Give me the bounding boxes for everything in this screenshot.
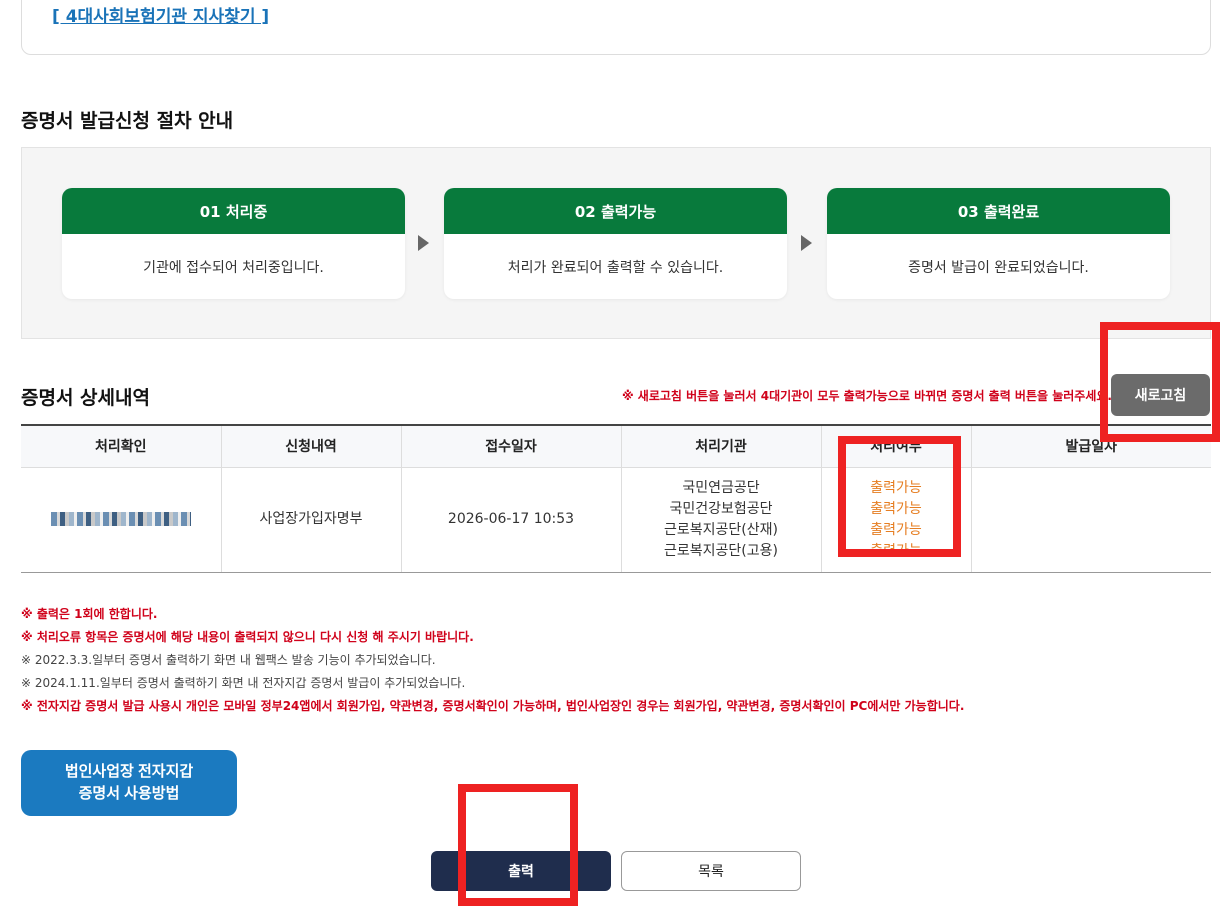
step-processing: 01 처리중 기관에 접수되어 처리중입니다. [62, 188, 405, 299]
col-header: 발급일자 [971, 424, 1211, 468]
note-item: ※ 처리오류 항목은 증명서에 해당 내용이 출력되지 않으니 다시 신청 해 … [21, 630, 474, 644]
refresh-notice: ※ 새로고침 버튼을 눌러서 4대기관이 모두 출력가능으로 바뀌면 증명서 출… [621, 389, 1112, 403]
step-printed: 03 출력완료 증명서 발급이 완료되었습니다. [827, 188, 1170, 299]
status-label: 출력가능 [870, 500, 922, 517]
redacted-value [50, 512, 191, 526]
step-head: 02 출력가능 [444, 188, 787, 234]
agency-name: 근로복지공단(산재) [664, 521, 778, 538]
note-item: ※ 2024.1.11.일부터 증명서 출력하기 화면 내 전자지갑 증명서 발… [21, 676, 466, 690]
note-item: ※ 전자지갑 증명서 발급 사용시 개인은 모바일 정부24앱에서 회원가입, … [21, 699, 965, 713]
arrow-right-icon [801, 235, 812, 251]
table-header-row: 처리확인 신청내역 접수일자 처리기관 처리여부 발급일자 [21, 424, 1211, 468]
status-label: 출력가능 [870, 479, 922, 496]
certificate-detail-table: 처리확인 신청내역 접수일자 처리기관 처리여부 발급일자 사업장가입자명부 2… [21, 424, 1211, 573]
guide-line: 증명서 사용방법 [78, 785, 180, 802]
step-body: 처리가 완료되어 출력할 수 있습니다. [507, 259, 724, 276]
application-cell: 사업장가입자명부 [221, 467, 402, 573]
notes-list: ※ 출력은 1회에 한합니다. ※ 처리오류 항목은 증명서에 해당 내용이 출… [21, 603, 964, 718]
status-label: 출력가능 [870, 521, 922, 538]
note-item: ※ 출력은 1회에 한합니다. [21, 607, 158, 621]
agency-cell: 국민연금공단 국민건강보험공단 근로복지공단(산재) 근로복지공단(고용) [621, 467, 822, 573]
guide-line: 법인사업장 전자지갑 [64, 763, 194, 780]
step-body: 증명서 발급이 완료되었습니다. [908, 259, 1089, 276]
col-header: 처리기관 [621, 424, 822, 468]
branch-finder-link[interactable]: [ 4대사회보험기관 지사찾기 ] [52, 2, 269, 27]
agency-name: 근로복지공단(고용) [664, 542, 778, 559]
col-header: 접수일자 [401, 424, 622, 468]
list-button[interactable]: 목록 [621, 851, 801, 891]
col-header: 처리확인 [21, 424, 222, 468]
procedure-title: 증명서 발급신청 절차 안내 [21, 110, 234, 132]
detail-title: 증명서 상세내역 [21, 387, 150, 409]
step-head: 01 처리중 [62, 188, 405, 234]
table-row: 사업장가입자명부 2026-06-17 10:53 국민연금공단 국민건강보험공… [21, 467, 1211, 573]
step-printable: 02 출력가능 처리가 완료되어 출력할 수 있습니다. [444, 188, 787, 299]
procedure-steps-panel: 01 처리중 기관에 접수되어 처리중입니다. 02 출력가능 처리가 완료되어… [21, 147, 1211, 339]
agency-name: 국민건강보험공단 [669, 500, 773, 517]
issue-date-cell [971, 467, 1211, 573]
status-cell: 출력가능 출력가능 출력가능 출력가능 [821, 467, 972, 573]
confirmation-cell [21, 467, 222, 573]
arrow-right-icon [418, 235, 429, 251]
refresh-button[interactable]: 새로고침 [1111, 374, 1210, 416]
status-label: 출력가능 [870, 542, 922, 559]
col-header: 처리여부 [821, 424, 972, 468]
note-item: ※ 2022.3.3.일부터 증명서 출력하기 화면 내 웹팩스 발송 기능이 … [21, 653, 436, 667]
col-header: 신청내역 [221, 424, 402, 468]
date-cell: 2026-06-17 10:53 [401, 467, 622, 573]
step-head: 03 출력완료 [827, 188, 1170, 234]
step-body: 기관에 접수되어 처리중입니다. [143, 259, 324, 276]
print-button[interactable]: 출력 [431, 851, 611, 891]
agency-name: 국민연금공단 [682, 479, 760, 496]
wallet-guide-button[interactable]: 법인사업장 전자지갑 증명서 사용방법 [21, 750, 237, 816]
